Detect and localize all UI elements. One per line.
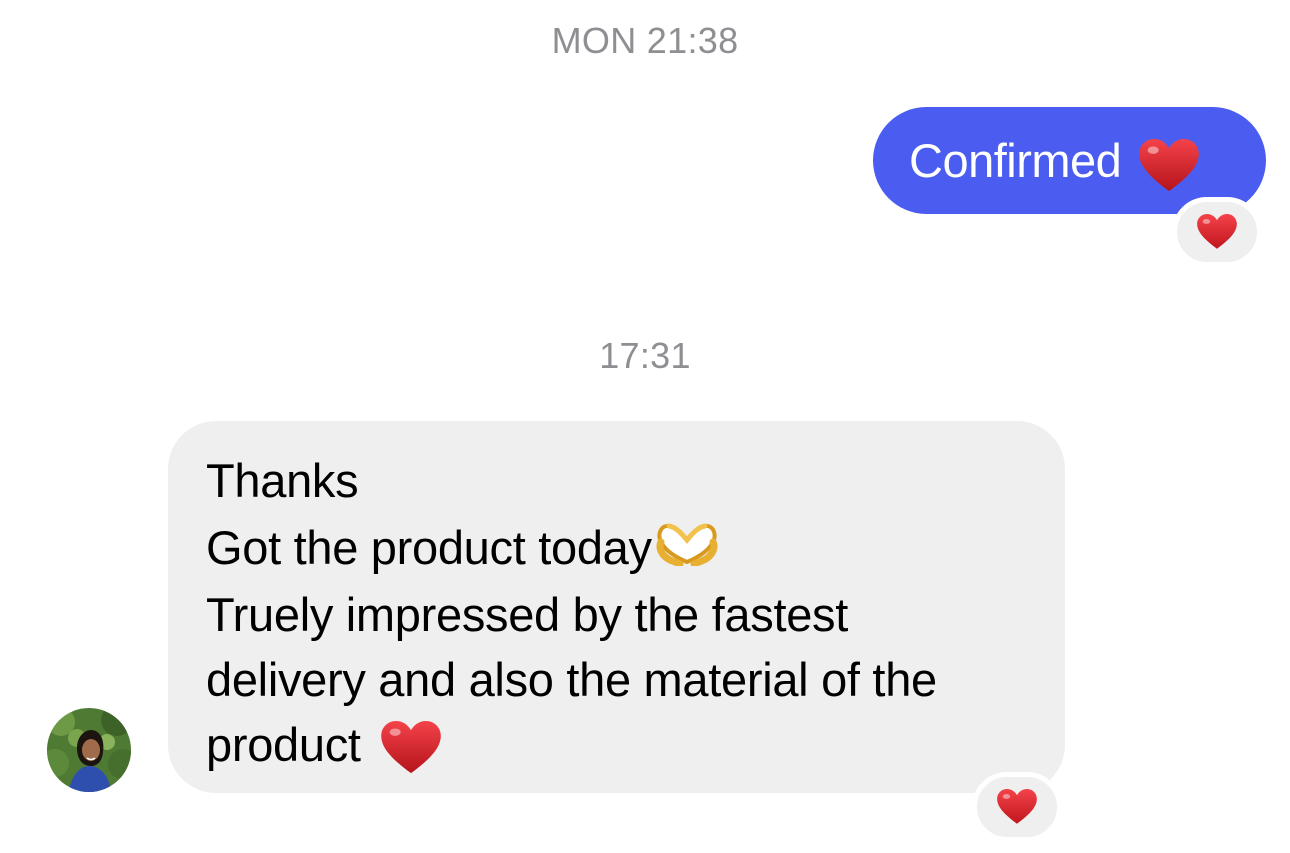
message-line: Thanks	[206, 448, 1027, 513]
chat-thread: MON 21:38 Confirmed 17:31 Thanks Got the…	[0, 0, 1290, 853]
message-line-text: delivery and also the material of the	[206, 653, 937, 706]
red-heart-icon	[380, 720, 441, 775]
heart-hands-icon	[656, 517, 718, 582]
red-heart-icon	[997, 789, 1037, 825]
red-heart-icon	[1197, 214, 1237, 250]
message-line-text: Thanks	[206, 454, 359, 507]
incoming-message-bubble[interactable]: Thanks Got the product today Truely impr…	[168, 421, 1065, 793]
message-line-text: Got the product today	[206, 521, 652, 574]
reaction-chip[interactable]	[1172, 197, 1262, 267]
message-line-text: product	[206, 718, 361, 771]
message-line-text: Truely impressed by the fastest	[206, 588, 848, 641]
message-line: product	[206, 712, 1027, 777]
outgoing-message-text: Confirmed	[909, 134, 1122, 187]
message-line: Got the product today	[206, 513, 1027, 582]
sender-avatar[interactable]	[47, 708, 131, 792]
timestamp-divider: MON 21:38	[551, 20, 739, 61]
message-line: delivery and also the material of the	[206, 647, 1027, 712]
timestamp-divider: 17:31	[599, 335, 691, 376]
red-heart-icon	[1139, 138, 1200, 193]
message-line: Truely impressed by the fastest	[206, 582, 1027, 647]
profile-photo-avatar	[47, 708, 131, 792]
reaction-chip[interactable]	[972, 772, 1062, 842]
